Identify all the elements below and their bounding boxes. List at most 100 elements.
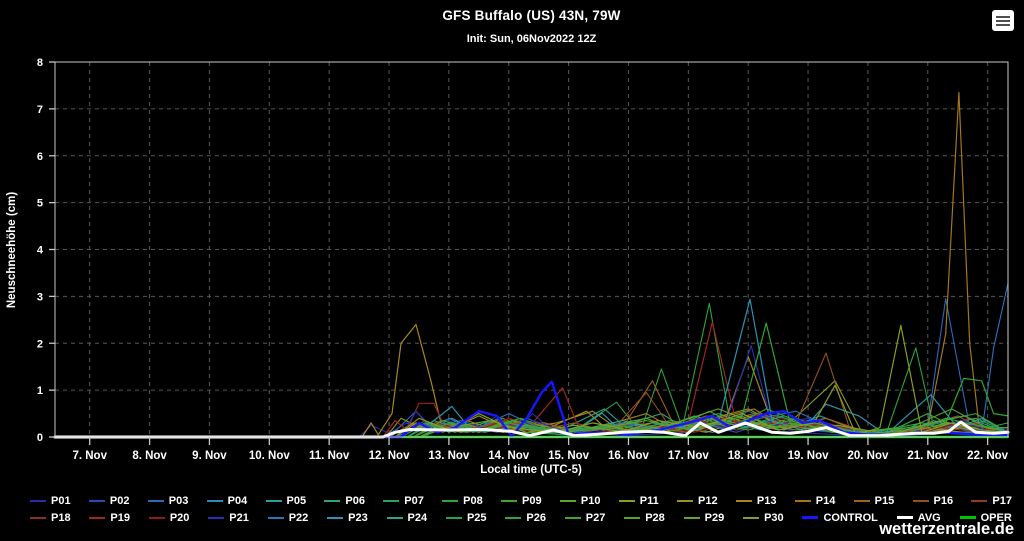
legend-swatch [207,500,223,502]
legend-swatch [913,500,929,502]
legend-item-p23: P23 [327,512,368,524]
legend-label: P29 [705,512,725,524]
legend-label: P26 [526,512,546,524]
legend-swatch [149,517,165,519]
series-line-p23 [55,299,1008,437]
legend-label: P06 [345,495,365,507]
x-tick-label: 12. Nov [369,450,411,462]
x-axis-title: Local time (UTC-5) [480,464,582,476]
legend-item-p10: P10 [560,495,601,507]
legend-swatch [971,500,987,502]
legend-item-p08: P08 [442,495,483,507]
legend-label: P18 [51,512,71,524]
x-tick-label: 14. Nov [488,450,530,462]
ensemble-plot: 7. Nov8. Nov9. Nov10. Nov11. Nov12. Nov1… [0,0,1024,490]
legend-label: P24 [408,512,428,524]
legend-label: P01 [51,495,71,507]
legend-label: P12 [698,495,718,507]
legend-item-p13: P13 [736,495,777,507]
y-tick-label: 1 [37,385,43,397]
x-tick-label: 17. Nov [668,450,710,462]
legend-swatch [148,500,164,502]
legend-label: P08 [463,495,483,507]
legend-item-p25: P25 [446,512,487,524]
y-tick-label: 2 [37,338,43,350]
legend-label: P20 [170,512,190,524]
legend-item-p21: P21 [208,512,249,524]
legend-swatch [802,516,818,519]
y-axis-title: Neuschneehöhe (cm) [6,192,18,308]
legend-row-1: P01P02P03P04P05P06P07P08P09P10P11P12P13P… [30,492,1012,509]
x-tick-label: 8. Nov [132,450,167,462]
y-tick-label: 8 [37,57,43,69]
gridlines [55,62,1008,437]
legend-swatch [795,500,811,502]
legend-swatch [324,500,340,502]
legend-item-p17: P17 [971,495,1012,507]
legend-item-p15: P15 [854,495,895,507]
legend-swatch [30,500,46,502]
legend-item-p22: P22 [268,512,309,524]
x-tick-label: 22. Nov [967,450,1009,462]
x-tick-label: 19. Nov [788,450,830,462]
axis-tick-labels: 7. Nov8. Nov9. Nov10. Nov11. Nov12. Nov1… [37,57,1009,462]
legend-item-p26: P26 [505,512,546,524]
legend-item-p18: P18 [30,512,71,524]
legend-swatch [960,516,976,519]
axis-ticks [49,62,988,445]
watermark: wetterzentrale.de [879,520,1014,539]
y-tick-label: 6 [37,151,43,163]
legend-label: P03 [169,495,189,507]
legend-item-p02: P02 [89,495,130,507]
legend-item-p16: P16 [913,495,954,507]
legend-swatch [684,517,700,519]
legend-item-p28: P28 [624,512,665,524]
legend-swatch [743,517,759,519]
legend-label: P28 [645,512,665,524]
y-tick-label: 0 [37,432,43,444]
y-tick-label: 5 [37,198,43,210]
legend-swatch [442,500,458,502]
series-lines [55,93,1008,438]
legend-swatch [565,517,581,519]
legend-label: P22 [289,512,309,524]
legend-swatch [505,517,521,519]
legend-label: P19 [110,512,130,524]
legend-swatch [560,500,576,502]
x-tick-label: 16. Nov [608,450,650,462]
legend-swatch [624,517,640,519]
legend-swatch [619,500,635,502]
series-line-p08 [55,303,1008,437]
legend-label: P15 [875,495,895,507]
y-tick-label: 3 [37,291,43,303]
legend-item-p27: P27 [565,512,606,524]
legend-item-p05: P05 [266,495,307,507]
x-tick-label: 20. Nov [847,450,889,462]
legend-item-p11: P11 [619,495,659,507]
legend-label: P16 [934,495,954,507]
legend-label: P07 [404,495,424,507]
legend-item-p14: P14 [795,495,836,507]
legend-swatch [446,517,462,519]
legend-item-control: CONTROL [802,512,877,524]
legend-swatch [89,517,105,519]
x-tick-label: 18. Nov [728,450,770,462]
y-tick-label: 7 [37,104,43,116]
x-tick-label: 10. Nov [249,450,291,462]
x-tick-label: 15. Nov [548,450,590,462]
legend-item-p24: P24 [387,512,428,524]
legend-label: P25 [467,512,487,524]
legend-swatch [383,500,399,502]
legend-item-p19: P19 [89,512,130,524]
legend-label: P21 [229,512,249,524]
legend-swatch [854,500,870,502]
x-tick-label: 21. Nov [907,450,949,462]
y-tick-label: 4 [37,245,44,257]
legend-item-p20: P20 [149,512,190,524]
legend-item-p09: P09 [501,495,542,507]
legend-item-p03: P03 [148,495,189,507]
legend-swatch [736,500,752,502]
legend-label: P13 [757,495,777,507]
legend-swatch [501,500,517,502]
legend-swatch [387,517,403,519]
